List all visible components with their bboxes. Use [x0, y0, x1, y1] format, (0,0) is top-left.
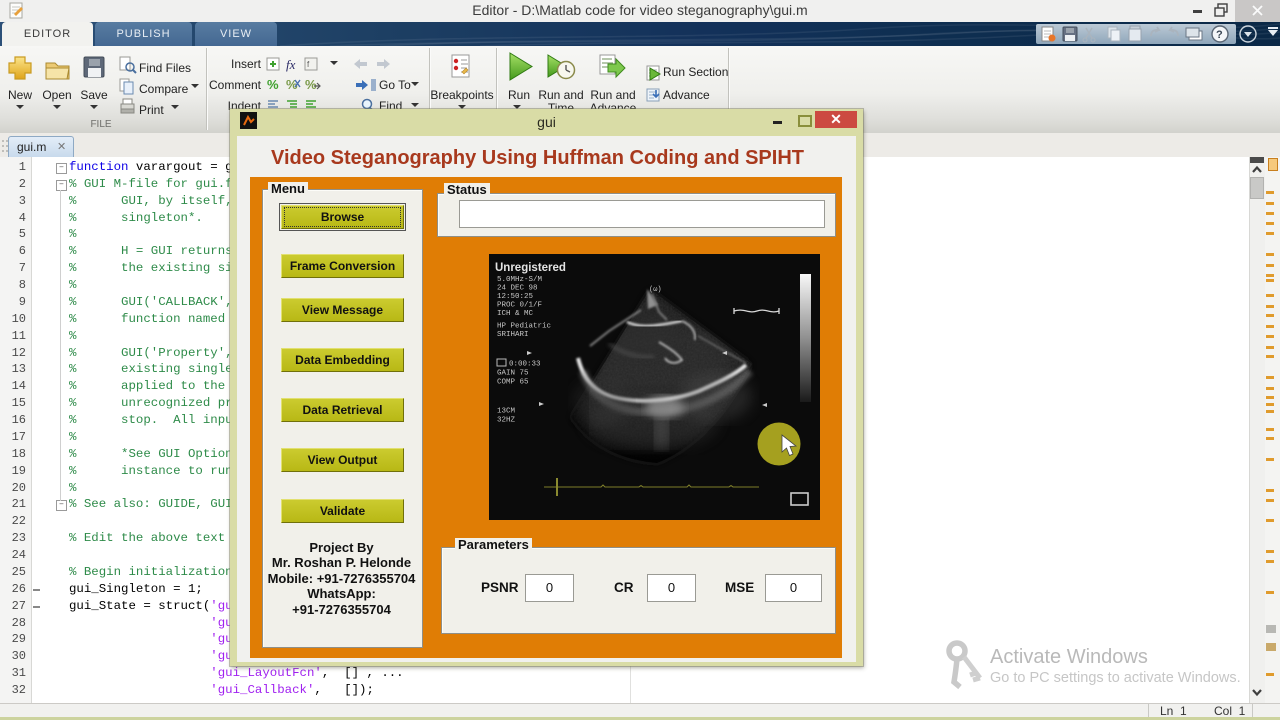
svg-text:ICH & MC: ICH & MC — [497, 310, 534, 318]
svg-text:%: % — [305, 77, 317, 92]
svg-text:GAIN 75: GAIN 75 — [497, 370, 529, 378]
svg-text:13CM: 13CM — [497, 408, 516, 416]
svg-text:Unregistered: Unregistered — [495, 262, 566, 274]
svg-text:5.0MHz-S/M: 5.0MHz-S/M — [497, 276, 543, 284]
svg-text:32HZ: 32HZ — [497, 417, 516, 425]
svg-text:%: % — [267, 77, 279, 92]
svg-text:?: ? — [1216, 29, 1223, 41]
svg-text:12:50:25: 12:50:25 — [497, 293, 534, 301]
svg-text:fx: fx — [286, 57, 296, 72]
svg-text:(ω): (ω) — [649, 286, 662, 294]
svg-text:SRIHARI: SRIHARI — [497, 331, 529, 339]
svg-text:0:00:33: 0:00:33 — [509, 361, 541, 369]
svg-text:PROC 0/1/F: PROC 0/1/F — [497, 302, 542, 310]
svg-text:24 DEC 98: 24 DEC 98 — [497, 285, 538, 293]
svg-text:COMP 65: COMP 65 — [497, 379, 529, 387]
svg-text:HP Pediatric: HP Pediatric — [497, 323, 551, 331]
